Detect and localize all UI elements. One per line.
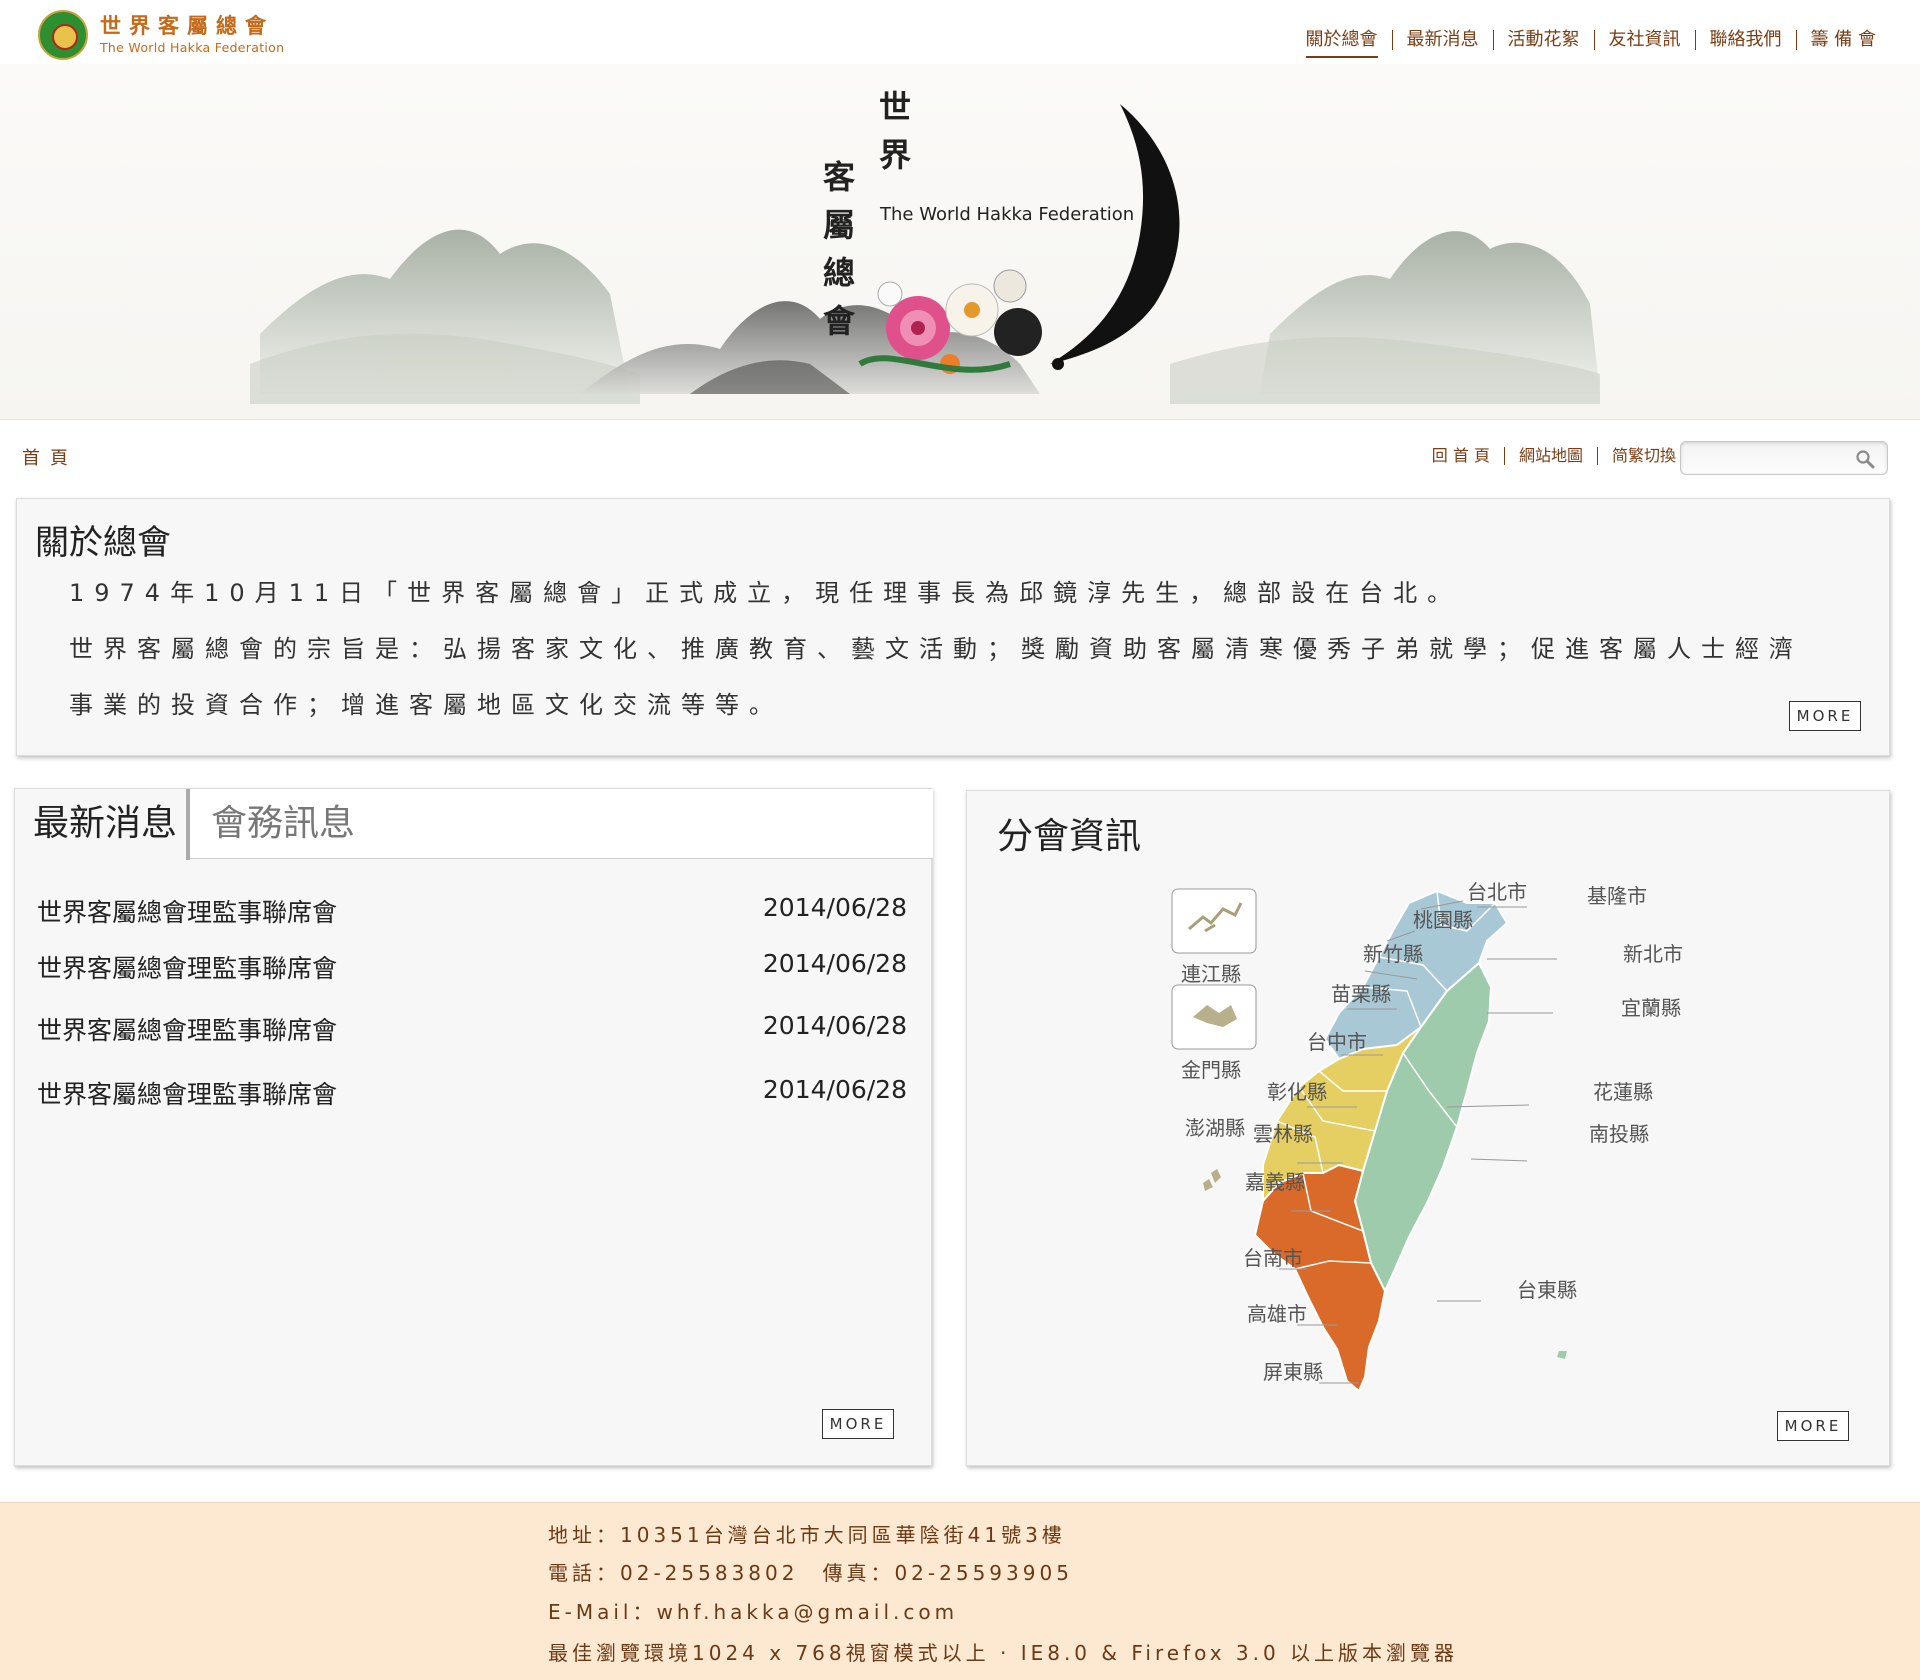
ink-landscape-image bbox=[250, 104, 1600, 404]
util-language-switch[interactable]: 简繁切換 bbox=[1598, 446, 1690, 466]
tab-association-news[interactable]: 會務訊息 bbox=[211, 789, 355, 859]
footer: 地址：10351台灣台北市大同區華陰街41號3樓 電話：02-25583802 … bbox=[0, 1502, 1920, 1680]
logo-english-name: The World Hakka Federation bbox=[100, 40, 285, 56]
nav-news[interactable]: 最新消息 bbox=[1393, 28, 1493, 52]
label-penghu[interactable]: 澎湖縣 bbox=[1185, 1116, 1245, 1140]
news-item-title[interactable]: 世界客屬總會理監事聯席會 bbox=[37, 1075, 337, 1111]
nav-partners[interactable]: 友社資訊 bbox=[1595, 28, 1695, 52]
label-miaoli[interactable]: 苗栗縣 bbox=[1331, 982, 1391, 1006]
federation-seal-icon bbox=[38, 10, 88, 60]
news-panel: 最新消息 會務訊息 世界客屬總會理監事聯席會 2014/06/28 世界客屬總會… bbox=[14, 788, 933, 1466]
nav-contact[interactable]: 聯絡我們 bbox=[1696, 28, 1796, 52]
news-item[interactable]: 世界客屬總會理監事聯席會 2014/06/28 bbox=[37, 1011, 907, 1047]
about-panel: 關於總會 1974年10月11日「世界客屬總會」正式成立，現任理事長為邱鏡淳先生… bbox=[16, 498, 1890, 756]
label-kaohsiung-city[interactable]: 高雄市 bbox=[1247, 1302, 1307, 1326]
label-taoyuan[interactable]: 桃園縣 bbox=[1413, 908, 1473, 932]
label-taichung-city[interactable]: 台中市 bbox=[1307, 1030, 1367, 1054]
label-keelung-city[interactable]: 基隆市 bbox=[1587, 884, 1647, 908]
news-item-title[interactable]: 世界客屬總會理監事聯席會 bbox=[37, 893, 337, 929]
about-more-button[interactable]: MORE bbox=[1789, 701, 1861, 731]
branch-panel: 分會資訊 台北市 基隆市 桃園縣 新北市 新竹縣 苗栗縣 宜蘭縣 台中市 彰化縣… bbox=[966, 790, 1890, 1466]
banner-subtitle: The World Hakka Federation bbox=[880, 204, 1135, 225]
about-paragraph-1: 1974年10月11日「世界客屬總會」正式成立，現任理事長為邱鏡淳先生，總部設在… bbox=[69, 579, 1462, 607]
news-item-date: 2014/06/28 bbox=[762, 1011, 907, 1040]
nav-about[interactable]: 關於總會 bbox=[1292, 28, 1392, 58]
label-hualien[interactable]: 花蓮縣 bbox=[1593, 1080, 1653, 1104]
news-item-title[interactable]: 世界客屬總會理監事聯席會 bbox=[37, 949, 337, 985]
map-penghu[interactable] bbox=[1211, 1169, 1221, 1183]
map-green-island bbox=[1557, 1351, 1567, 1359]
breadcrumb[interactable]: 首頁 bbox=[22, 444, 78, 470]
label-hsinchu[interactable]: 新竹縣 bbox=[1363, 942, 1423, 966]
label-tainan-city[interactable]: 台南市 bbox=[1243, 1246, 1303, 1270]
banner-title-part1: 世界 bbox=[874, 90, 912, 186]
news-item-date: 2014/06/28 bbox=[762, 893, 907, 922]
label-nantou[interactable]: 南投縣 bbox=[1589, 1122, 1649, 1146]
news-item[interactable]: 世界客屬總會理監事聯席會 2014/06/28 bbox=[37, 893, 907, 929]
banner-title-part2: 客屬總會 bbox=[818, 160, 856, 352]
header: 世界客屬總會 The World Hakka Federation 關於總會 最… bbox=[0, 0, 1920, 64]
util-sitemap-link[interactable]: 網站地圖 bbox=[1505, 446, 1597, 466]
news-item[interactable]: 世界客屬總會理監事聯席會 2014/06/28 bbox=[37, 949, 907, 985]
label-chiayi[interactable]: 嘉義縣 bbox=[1245, 1170, 1305, 1194]
about-title: 關於總會 bbox=[35, 523, 171, 563]
label-lienchiang[interactable]: 連江縣 bbox=[1181, 962, 1241, 986]
news-item[interactable]: 世界客屬總會理監事聯席會 2014/06/28 bbox=[37, 1075, 907, 1111]
nav-preparatory[interactable]: 籌 備 會 bbox=[1797, 28, 1890, 52]
tab-latest-news[interactable]: 最新消息 bbox=[15, 789, 190, 860]
search-box bbox=[1680, 441, 1888, 475]
news-item-date: 2014/06/28 bbox=[762, 949, 907, 978]
label-taitung[interactable]: 台東縣 bbox=[1517, 1278, 1577, 1302]
label-taipei-city[interactable]: 台北市 bbox=[1467, 880, 1527, 904]
label-changhua[interactable]: 彰化縣 bbox=[1267, 1080, 1327, 1104]
search-icon[interactable] bbox=[1855, 449, 1875, 469]
news-item-date: 2014/06/28 bbox=[762, 1075, 907, 1104]
label-kinmen[interactable]: 金門縣 bbox=[1181, 1058, 1241, 1082]
footer-browser-note: 最佳瀏覽環境1024 x 768視窗模式以上 · IE8.0 & Firefox… bbox=[548, 1641, 1459, 1665]
footer-email[interactable]: E-Mail：whf.hakka@gmail.com bbox=[548, 1596, 958, 1625]
label-pingtung[interactable]: 屏東縣 bbox=[1263, 1360, 1323, 1384]
about-paragraph-2: 世界客屬總會的宗旨是：弘揚客家文化、推廣教育、藝文活動；獎勵資助客屬清寒優秀子弟… bbox=[69, 635, 1803, 719]
logo-chinese-name: 世界客屬總會 bbox=[100, 13, 274, 39]
news-tabs: 最新消息 會務訊息 bbox=[15, 789, 933, 860]
label-yunlin[interactable]: 雲林縣 bbox=[1253, 1122, 1313, 1146]
util-home-link[interactable]: 回 首 頁 bbox=[1418, 446, 1504, 466]
footer-phone-fax: 電話：02-25583802 傳真：02-25593905 bbox=[548, 1561, 1073, 1585]
utility-nav: 回 首 頁 網站地圖 简繁切換 bbox=[1418, 446, 1690, 466]
label-yilan[interactable]: 宜蘭縣 bbox=[1621, 996, 1681, 1020]
taiwan-map: 台北市 基隆市 桃園縣 新北市 新竹縣 苗栗縣 宜蘭縣 台中市 彰化縣 花蓮縣 … bbox=[1171, 880, 1683, 1392]
news-more-button[interactable]: MORE bbox=[822, 1409, 894, 1439]
search-input[interactable] bbox=[1689, 447, 1849, 469]
branch-more-button[interactable]: MORE bbox=[1777, 1411, 1849, 1441]
site-logo[interactable]: 世界客屬總會 The World Hakka Federation bbox=[38, 10, 284, 60]
nav-activities[interactable]: 活動花絮 bbox=[1494, 28, 1594, 52]
news-item-title[interactable]: 世界客屬總會理監事聯席會 bbox=[37, 1011, 337, 1047]
main-nav: 關於總會 最新消息 活動花絮 友社資訊 聯絡我們 籌 備 會 bbox=[1292, 28, 1890, 58]
hero-banner: 世界 客屬總會 The World Hakka Federation bbox=[0, 64, 1920, 420]
label-new-taipei-city[interactable]: 新北市 bbox=[1623, 942, 1683, 966]
footer-address: 地址：10351台灣台北市大同區華陰街41號3樓 bbox=[548, 1523, 1066, 1547]
